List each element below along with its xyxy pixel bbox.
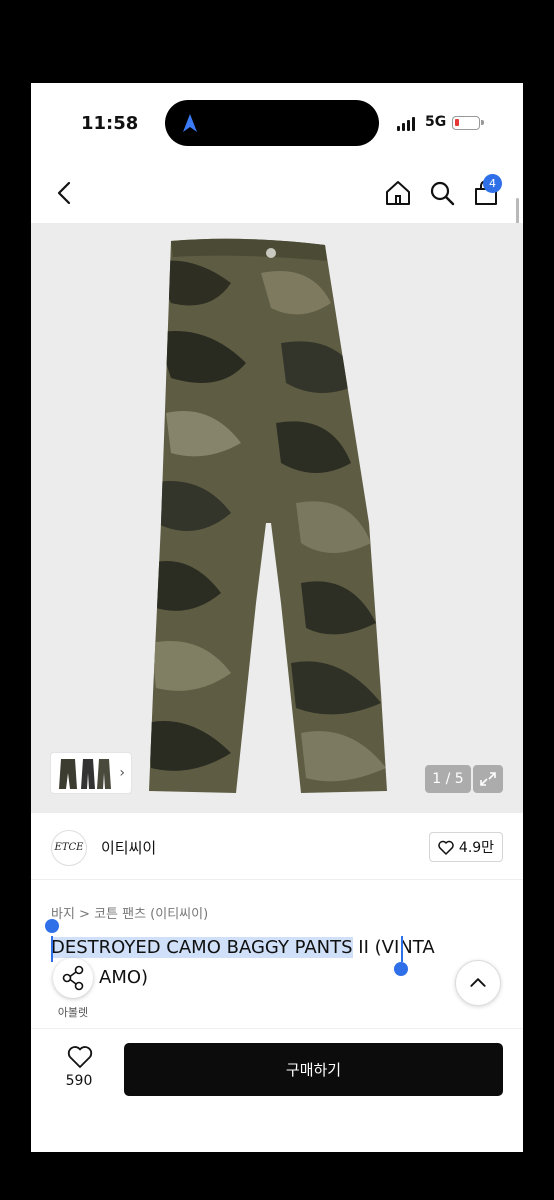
wishlist-heart-icon[interactable] [67, 1045, 93, 1069]
brand-name[interactable]: 이티씨이 [101, 837, 156, 858]
status-bar: 11:58 5G [31, 83, 523, 163]
expand-icon[interactable] [473, 765, 503, 793]
cart-count-badge: 4 [483, 174, 502, 193]
buy-button[interactable]: 구매하기 [124, 1043, 503, 1096]
home-icon[interactable] [384, 179, 412, 207]
navigation-arrow-icon [183, 114, 197, 132]
share-label: 아볼렛 [57, 1006, 89, 1019]
dynamic-island [165, 100, 379, 146]
image-counter: 1 / 5 [425, 765, 471, 793]
selection-end-bar [401, 936, 403, 962]
thumbnail-images [59, 759, 111, 789]
top-nav [31, 171, 523, 215]
breadcrumb[interactable]: 바지 > 코튼 팬츠 (이티씨이) [51, 903, 208, 922]
product-title: DESTROYED CAMO BAGGY PANTS II (VINTA AMO… [51, 933, 503, 993]
network-type: 5G [425, 114, 447, 130]
brand-like-button[interactable]: 4.9만 [429, 832, 503, 862]
brand-like-count: 4.9만 [458, 840, 495, 856]
back-icon[interactable] [51, 179, 79, 207]
title-rest: II (VINTA [352, 937, 435, 958]
product-image-gallery[interactable]: › 1 / 5 [31, 223, 523, 813]
brand-logo[interactable]: ETCE [51, 830, 87, 866]
chevron-right-icon: › [119, 765, 125, 781]
scroll-top-button[interactable] [455, 960, 501, 1006]
selected-title-text: DESTROYED CAMO BAGGY PANTS [51, 937, 353, 958]
thumbnail-strip[interactable]: › [50, 752, 132, 794]
share-button[interactable]: 아볼렛 [51, 958, 95, 1020]
phone-screen: 11:58 5G 4 › 1 / 5 ETCE 이티씨이 4.9만 바지 > 코… [31, 83, 523, 1152]
battery-icon [452, 116, 484, 130]
camo-pants-image [149, 238, 387, 793]
selection-start-handle[interactable] [45, 919, 59, 933]
signal-icon [397, 117, 415, 131]
bottom-action-bar: 590 구매하기 [31, 1028, 523, 1152]
brand-row[interactable]: ETCE 이티씨이 4.9만 [31, 820, 523, 880]
selection-end-handle[interactable] [394, 962, 408, 976]
share-icon [53, 958, 93, 998]
heart-icon [438, 840, 454, 855]
search-icon[interactable] [428, 179, 456, 207]
wishlist-count: 590 [65, 1073, 93, 1089]
status-time: 11:58 [81, 113, 139, 134]
